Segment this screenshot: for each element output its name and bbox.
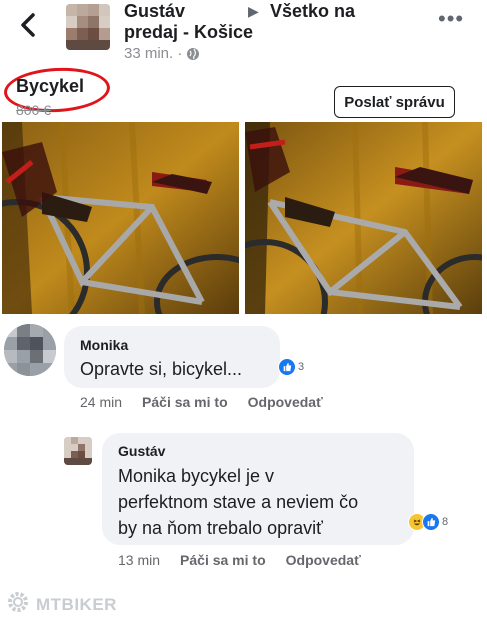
like-button[interactable]: Páči sa mi to (180, 552, 266, 568)
watermark: MTBIKER (6, 590, 117, 619)
reply-actions: 13 min Páči sa mi to Odpovedať (118, 552, 361, 568)
reply-button[interactable]: Odpovedať (286, 552, 361, 568)
back-icon[interactable] (14, 10, 44, 40)
globe-icon (186, 47, 200, 61)
reply-reactions[interactable]: 8 (408, 513, 448, 531)
listing-title: Bycykel (16, 76, 85, 96)
like-icon (422, 513, 440, 531)
reply-text-line-1: Monika bycykel je v (118, 466, 275, 486)
comment-text: Opravte si, bicykel... (80, 359, 243, 379)
gear-logo-icon (6, 590, 30, 619)
reaction-count: 3 (298, 361, 305, 373)
like-icon (278, 358, 296, 376)
group-name-cont[interactable]: predaj - Košice (124, 21, 253, 43)
send-message-button[interactable]: Poslať správu (334, 86, 455, 118)
comment-reactions[interactable]: 3 (278, 358, 304, 376)
listing-photo-2[interactable] (245, 122, 482, 314)
commenter-avatar[interactable] (4, 324, 56, 376)
watermark-text: MTBIKER (36, 594, 117, 614)
reply-text-line-2: perfektnom stave a neviem čo (118, 492, 359, 512)
post-time: 33 min. · (124, 45, 183, 62)
reply-author[interactable]: Gustáv (118, 443, 165, 459)
comment-actions: 24 min Páči sa mi to Odpovedať (80, 394, 323, 410)
like-button[interactable]: Páči sa mi to (142, 394, 228, 410)
more-options-icon[interactable]: ••• (438, 8, 466, 32)
listing-photo-1[interactable] (2, 122, 239, 314)
post-header: Gustáv ▶ Všetko na predaj - Košice 33 mi… (0, 0, 487, 70)
comment-author[interactable]: Monika (80, 337, 128, 353)
post-meta: 33 min. · (124, 45, 200, 63)
author-name[interactable]: Gustáv (124, 0, 185, 22)
listing-price: 800 € (16, 102, 52, 118)
reply-author-avatar[interactable] (64, 437, 92, 465)
group-name[interactable]: Všetko na (270, 0, 355, 22)
author-avatar[interactable] (66, 4, 110, 50)
reply-button[interactable]: Odpovedať (248, 394, 323, 410)
arrow-right-icon: ▶ (248, 3, 259, 19)
comment-time: 24 min (80, 394, 123, 410)
reply-time: 13 min (118, 552, 161, 568)
reaction-count: 8 (442, 516, 449, 528)
reply-text-line-3: by na ňom trebalo opraviť (118, 518, 323, 538)
